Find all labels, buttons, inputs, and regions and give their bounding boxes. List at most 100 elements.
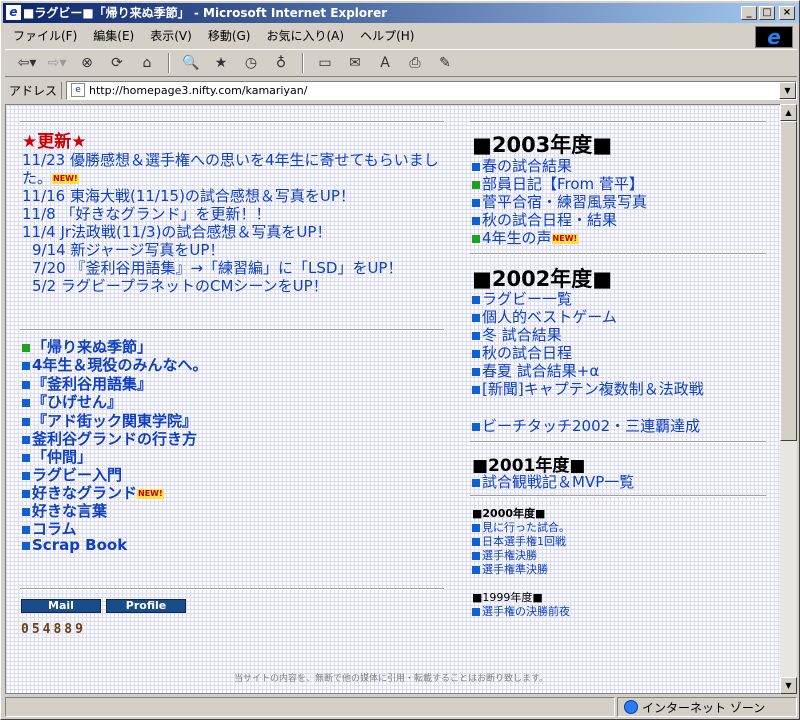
- toolbar: ⇦▾ ⇨▾ ⊗ ⟳ ⌂ 🔍 ★ ◷ ♁ ▭ ✉ A ⎙ ✎: [5, 49, 797, 77]
- bullet-icon: [22, 453, 30, 462]
- new-badge: NEW!: [52, 173, 79, 184]
- bullet-icon: [472, 162, 480, 171]
- menu-favorites[interactable]: お気に入り(A): [258, 26, 352, 46]
- menu-file[interactable]: ファイル(F): [5, 26, 85, 46]
- vertical-scrollbar[interactable]: ▲ ▼: [780, 104, 797, 694]
- divider: [20, 121, 444, 123]
- menu-help[interactable]: ヘルプ(H): [352, 26, 422, 46]
- status-text-panel: [5, 697, 615, 717]
- refresh-icon[interactable]: ⟳: [105, 52, 129, 74]
- mail-icon[interactable]: ✉: [343, 52, 367, 74]
- browser-window: e ■ラグビー■「帰り来ぬ季節」 - Microsoft Internet Ex…: [0, 0, 800, 720]
- page-icon: e: [71, 83, 86, 97]
- back-icon[interactable]: ⇦▾: [15, 52, 39, 74]
- edit-icon[interactable]: ✎: [433, 52, 457, 74]
- address-url[interactable]: http://homepage3.nifty.com/kamariyan/: [89, 84, 307, 97]
- update-line[interactable]: 11/23 優勝感想＆選手権への思いを4年生に寄せてもらいまし: [22, 149, 439, 170]
- minimize-button[interactable]: _: [741, 6, 757, 20]
- bullet-icon: [472, 608, 480, 616]
- bullet-icon: [472, 538, 480, 546]
- divider: [470, 253, 766, 255]
- address-bar: アドレス e http://homepage3.nifty.com/kamari…: [5, 79, 797, 101]
- right-link[interactable]: [新聞]キャプテン複数制＆法政戦: [472, 378, 704, 399]
- right-link[interactable]: ビーチタッチ2002・三連覇達成: [472, 415, 700, 436]
- bullet-icon: [472, 295, 480, 304]
- address-input[interactable]: e http://homepage3.nifty.com/kamariyan/ …: [66, 80, 797, 100]
- status-bar: インターネット ゾーン: [5, 697, 797, 717]
- menu-go[interactable]: 移動(G): [200, 26, 259, 46]
- bullet-icon: [472, 367, 480, 376]
- bullet-icon: [22, 525, 30, 534]
- fullscreen-icon[interactable]: ▭: [313, 52, 337, 74]
- right-link[interactable]: 試合観戦記＆MVP一覧: [472, 471, 634, 492]
- bullet-icon: [472, 422, 480, 431]
- print-icon[interactable]: ⎙: [403, 52, 427, 74]
- bullet-icon: [472, 198, 480, 207]
- right-link[interactable]: 選手権準決勝: [472, 561, 548, 577]
- new-badge: NEW!: [137, 488, 164, 499]
- bullet-icon: [472, 331, 480, 340]
- font-size-icon[interactable]: A: [373, 52, 397, 74]
- divider: [470, 495, 766, 497]
- bullet-icon: [22, 489, 30, 498]
- update-line[interactable]: 5/2 ラグビープラネットのCMシーンをUP！: [32, 275, 328, 296]
- home-icon[interactable]: ⌂: [135, 52, 159, 74]
- address-dropdown-icon[interactable]: ▼: [779, 81, 796, 99]
- search-icon[interactable]: 🔍: [179, 52, 203, 74]
- security-zone-panel: インターネット ゾーン: [617, 697, 797, 717]
- bullet-icon: [472, 524, 480, 532]
- right-link[interactable]: 4年生の声NEW!: [472, 227, 579, 248]
- access-counter: 054889: [21, 622, 86, 637]
- globe-icon: [624, 700, 638, 714]
- close-button[interactable]: ×: [779, 6, 795, 20]
- bullet-icon: [472, 349, 480, 358]
- channels-icon[interactable]: ♁: [269, 52, 293, 74]
- scroll-up-icon[interactable]: ▲: [780, 104, 797, 121]
- left-link[interactable]: 『ひげせん』: [22, 391, 122, 412]
- menu-bar: ファイル(F) 編集(E) 表示(V) 移動(G) お気に入り(A) ヘルプ(H…: [5, 26, 745, 46]
- scroll-thumb[interactable]: [780, 121, 797, 441]
- window-title: ■ラグビー■「帰り来ぬ季節」 - Microsoft Internet Expl…: [23, 6, 388, 20]
- menu-edit[interactable]: 編集(E): [85, 26, 142, 46]
- bullet-icon: [22, 343, 30, 352]
- bullet-icon: [22, 361, 30, 370]
- address-label: アドレス: [5, 81, 63, 99]
- mail-button[interactable]: Mail: [21, 599, 101, 613]
- left-link[interactable]: Scrap Book: [22, 536, 127, 554]
- scroll-down-icon[interactable]: ▼: [780, 677, 797, 694]
- new-badge: NEW!: [551, 233, 579, 244]
- divider: [470, 441, 766, 443]
- bullet-icon: [472, 566, 480, 574]
- bullet-icon: [472, 552, 480, 560]
- favorites-icon[interactable]: ★: [209, 52, 233, 74]
- bullet-icon: [472, 180, 480, 189]
- bullet-icon: [22, 417, 30, 426]
- menu-view[interactable]: 表示(V): [142, 26, 200, 46]
- forward-icon[interactable]: ⇨▾: [45, 52, 69, 74]
- bullet-icon: [22, 435, 30, 444]
- ie-logo-icon: e: [755, 26, 793, 48]
- page-content: ★更新★ 11/23 優勝感想＆選手権への思いを4年生に寄せてもらいまし た。N…: [5, 104, 780, 694]
- profile-button[interactable]: Profile: [106, 599, 186, 613]
- bullet-icon: [22, 471, 30, 480]
- toolbar-separator: [168, 53, 170, 73]
- history-icon[interactable]: ◷: [239, 52, 263, 74]
- left-link[interactable]: 4年生＆現役のみんなへ。: [22, 354, 207, 375]
- footer-notice: 当サイトの内容を、無断で他の媒体に引用・転載することはお断り致します。: [234, 674, 549, 684]
- bullet-icon: [472, 385, 480, 394]
- bullet-icon: [22, 507, 30, 516]
- maximize-button[interactable]: □: [759, 6, 775, 20]
- bullet-icon: [22, 541, 30, 550]
- right-link[interactable]: 選手権の決勝前夜: [472, 603, 570, 619]
- bullet-icon: [22, 380, 30, 389]
- divider: [470, 121, 766, 123]
- divider: [20, 329, 444, 331]
- divider: [20, 588, 444, 590]
- bullet-icon: [472, 313, 480, 322]
- bullet-icon: [22, 398, 30, 407]
- bullet-icon: [472, 216, 480, 225]
- title-bar: e ■ラグビー■「帰り来ぬ季節」 - Microsoft Internet Ex…: [3, 3, 799, 23]
- zone-label: インターネット ゾーン: [642, 700, 766, 715]
- bullet-icon: [472, 234, 480, 243]
- stop-icon[interactable]: ⊗: [75, 52, 99, 74]
